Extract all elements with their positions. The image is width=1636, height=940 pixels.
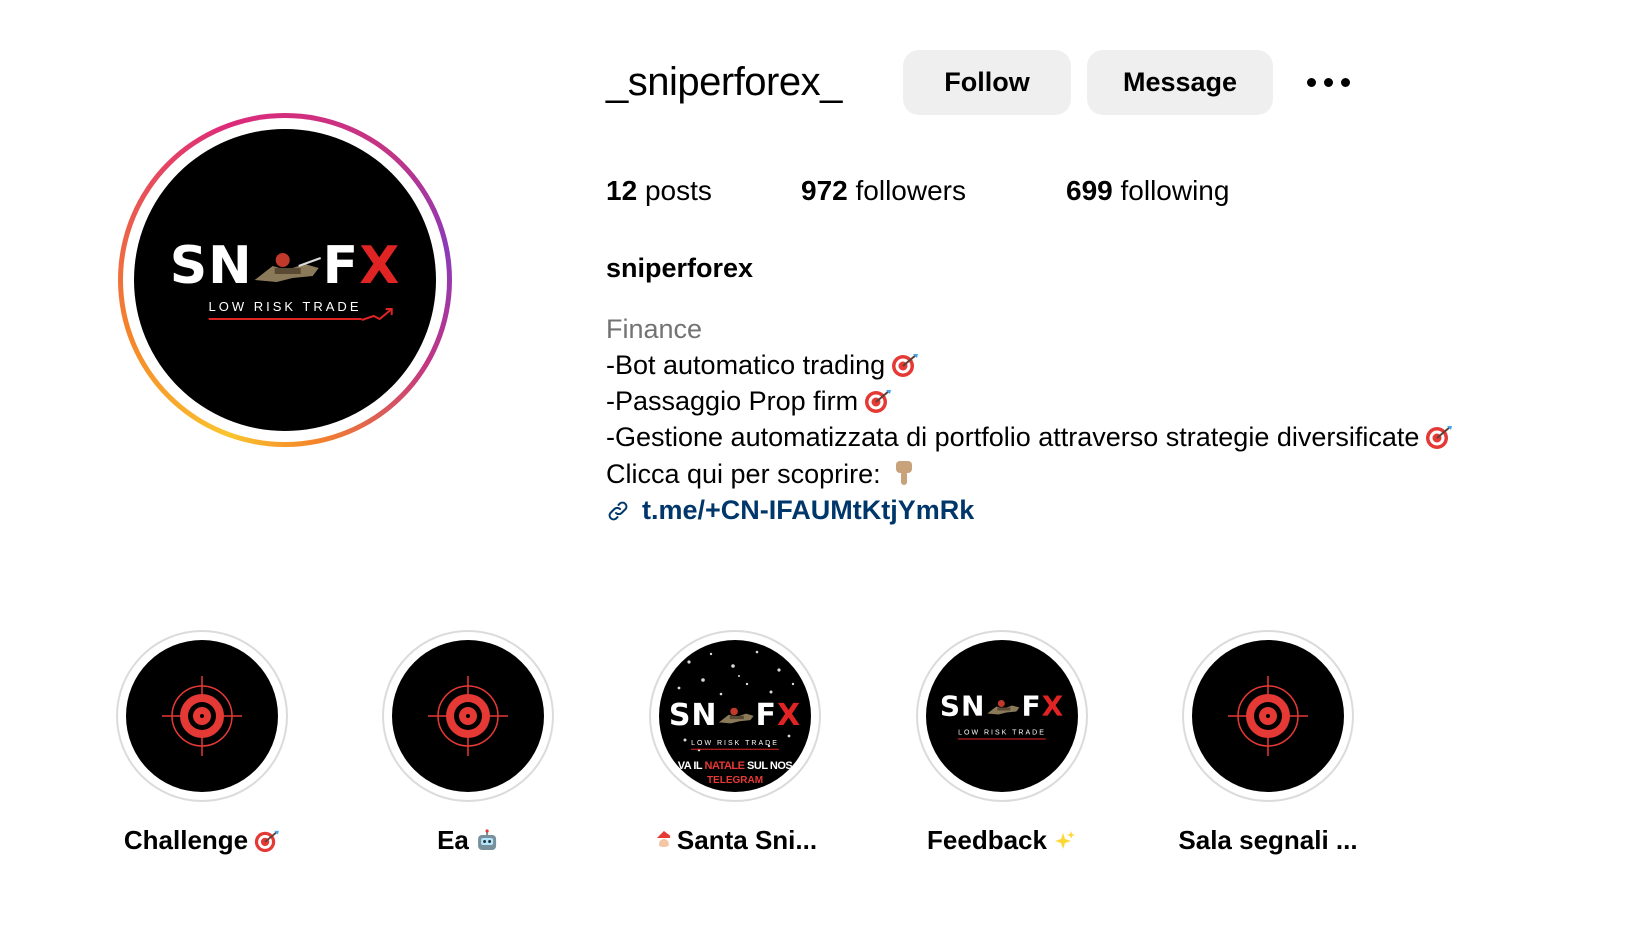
bio-line: -Passaggio Prop firm: [606, 386, 892, 417]
bio-line-text: -Gestione automatizzata di portfolio att…: [606, 422, 1420, 452]
sniper-fx-logo-small: SN FX LOW RISK TRADE: [668, 697, 802, 750]
highlight-label-text: Sala segnali ...: [1178, 825, 1358, 855]
crosshair-target-icon: [428, 676, 508, 756]
robot-icon: [477, 829, 496, 850]
bio-line: -Gestione automatizzata di portfolio att…: [606, 422, 1453, 453]
following-count: 699: [1066, 175, 1113, 206]
logo-word-right: F: [755, 697, 778, 733]
highlight-label-text: Santa Sni...: [676, 825, 818, 855]
bio-line-text: -Bot automatico trading: [606, 350, 886, 380]
pointing-down-icon: [895, 461, 912, 485]
sniper-figure-icon: [718, 701, 756, 731]
follow-button[interactable]: Follow: [903, 50, 1071, 115]
highlight-feedback[interactable]: SN FX LOW RISK TRADE Feedback: [916, 630, 1088, 855]
logo-wordmark: SN FX: [939, 689, 1065, 723]
logo-underline: [208, 318, 362, 320]
logo-word-x: X: [777, 697, 802, 733]
crosshair-target-icon: [1228, 676, 1308, 756]
logo-tagline: LOW RISK TRADE: [958, 729, 1046, 737]
crosshair-target-icon: [162, 676, 242, 756]
message-button[interactable]: Message: [1087, 50, 1273, 115]
banner-prefix: VA IL: [677, 760, 705, 772]
followers-label: followers: [855, 175, 966, 206]
highlight-ring[interactable]: [116, 630, 288, 802]
highlight-label: Feedback: [927, 825, 1077, 856]
logo-word-right: F: [1021, 689, 1042, 723]
bio-link-text: t.me/+CN-IFAUMtKtjYmRk: [642, 495, 975, 525]
trend-arrow-icon: [361, 308, 393, 321]
direct-hit-icon: [892, 354, 919, 377]
logo-tagline-wrap: LOW RISK TRADE: [958, 730, 1046, 740]
posts-count: 12: [606, 175, 638, 206]
profile-full-name: sniperforex: [606, 253, 754, 283]
highlight-challenge[interactable]: Challenge: [116, 630, 288, 855]
profile-avatar[interactable]: SN FX LOW RISK TRADE: [134, 129, 436, 431]
bio-line-text: Clicca qui per scoprire:: [606, 459, 881, 489]
link-icon: [608, 501, 628, 520]
logo-underline: [958, 738, 1046, 740]
posts-label: posts: [644, 175, 712, 206]
sniper-fx-logo: SN FX LOW RISK TRADE: [170, 240, 401, 321]
highlight-ring[interactable]: SN FX LOW RISK TRADE VA IL NATALE SUL NOS…: [649, 630, 821, 802]
highlight-label: Santa Sni...: [653, 825, 817, 856]
highlight-ring[interactable]: [382, 630, 554, 802]
profile-username: _sniperforex_: [606, 60, 842, 104]
highlight-cover: SN FX LOW RISK TRADE: [926, 640, 1078, 792]
logo-wordmark: SN FX: [170, 240, 401, 295]
sparkles-icon: [1054, 831, 1075, 849]
bio-line-text: -Passaggio Prop firm: [606, 386, 859, 416]
profile-category: Finance: [606, 314, 703, 344]
highlight-sala-segnali[interactable]: Sala segnali ...: [1178, 630, 1358, 855]
profile-avatar-story-ring[interactable]: SN FX LOW RISK TRADE: [118, 113, 452, 447]
highlight-label-text: Feedback: [927, 825, 1047, 855]
logo-word-left: SN: [169, 236, 253, 296]
highlight-ring[interactable]: [1182, 630, 1354, 802]
followers-count: 972: [801, 175, 848, 206]
highlight-cover: [392, 640, 544, 792]
banner-suffix: SUL NOS: [744, 760, 793, 772]
more-options-icon[interactable]: [1307, 78, 1357, 90]
highlight-label: Sala segnali ...: [1178, 825, 1357, 856]
posts-count-stat: 12 posts: [606, 175, 712, 207]
logo-word-left: SN: [939, 689, 986, 723]
logo-word-left: SN: [668, 697, 718, 733]
direct-hit-icon: [1426, 426, 1453, 449]
logo-word-x: X: [1041, 689, 1065, 723]
santa-banner-line2: TELEGRAM: [706, 775, 764, 786]
highlight-cover: SN FX LOW RISK TRADE VA IL NATALE SUL NOS…: [659, 640, 811, 792]
logo-word-x: X: [359, 236, 401, 296]
highlight-cover: [1192, 640, 1344, 792]
sniper-figure-icon: [985, 694, 1021, 722]
following-label: following: [1120, 175, 1230, 206]
logo-word-right: F: [322, 236, 360, 296]
logo-tagline: LOW RISK TRADE: [691, 739, 779, 747]
logo-tagline-wrap: LOW RISK TRADE: [208, 299, 393, 321]
direct-hit-icon: [255, 830, 280, 853]
logo-wordmark: SN FX: [668, 697, 802, 733]
santa-banner-text: VA IL NATALE SUL NOS: [659, 760, 811, 772]
logo-underline: [691, 748, 779, 750]
logo-tagline-wrap: LOW RISK TRADE: [691, 739, 779, 750]
logo-tagline: LOW RISK TRADE: [208, 299, 362, 314]
following-stat[interactable]: 699 following: [1066, 175, 1229, 207]
bio-line: -Bot automatico trading: [606, 350, 919, 381]
santa-icon: [655, 831, 674, 851]
sniper-fx-logo-small: SN FX LOW RISK TRADE: [939, 689, 1065, 740]
highlight-label-text: Challenge: [123, 825, 249, 855]
highlight-santa-sniper[interactable]: SN FX LOW RISK TRADE VA IL NATALE SUL NOS…: [649, 630, 821, 855]
followers-stat[interactable]: 972 followers: [801, 175, 966, 207]
sniper-figure-icon: [253, 243, 323, 295]
banner-red: NATALE: [704, 760, 745, 772]
bio-external-link[interactable]: t.me/+CN-IFAUMtKtjYmRk: [606, 495, 974, 526]
highlight-label: Challenge: [124, 825, 280, 856]
highlight-label: Ea: [437, 825, 499, 856]
highlight-ring[interactable]: SN FX LOW RISK TRADE: [916, 630, 1088, 802]
bio-line: Clicca qui per scoprire:: [606, 459, 915, 490]
direct-hit-icon: [865, 390, 892, 413]
highlight-label-text: Ea: [437, 825, 469, 855]
highlight-ea[interactable]: Ea: [382, 630, 554, 855]
highlight-cover: [126, 640, 278, 792]
